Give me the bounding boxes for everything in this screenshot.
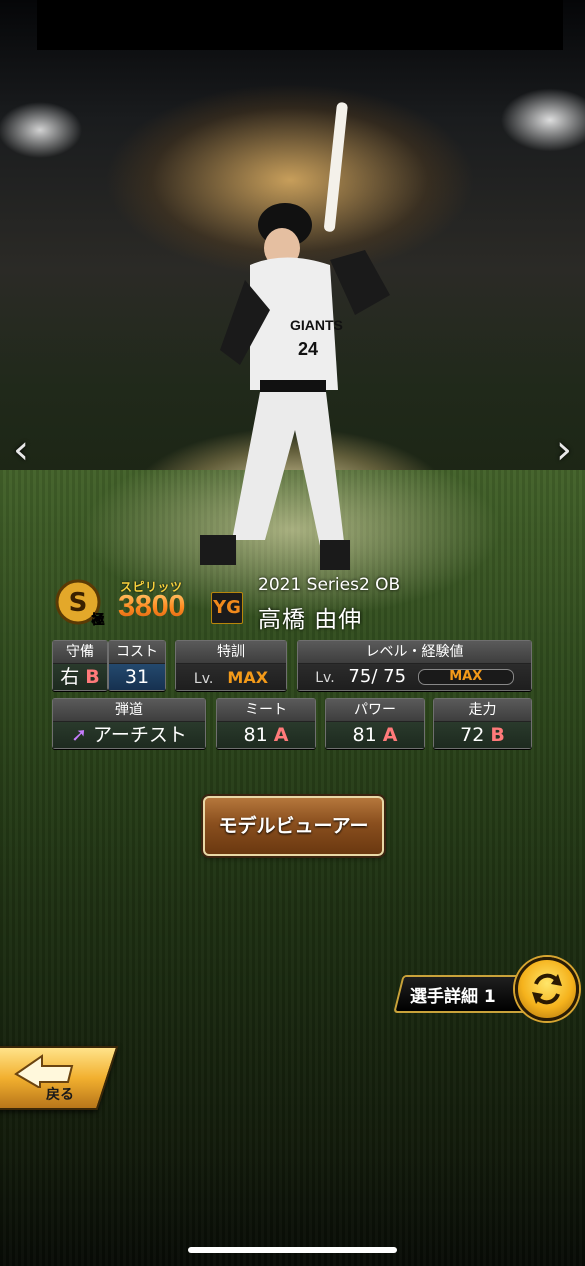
trajectory-panel: 弾道 ➚ アーチスト: [52, 698, 206, 749]
position-label: 守備: [53, 641, 107, 664]
power-panel: パワー 81 A: [325, 698, 425, 749]
level-separator: /: [371, 666, 378, 687]
level-max: 75: [383, 666, 407, 687]
player-detail-label[interactable]: 選手詳細 1: [410, 982, 496, 1007]
cost-label: コスト: [109, 641, 165, 664]
back-label[interactable]: 戻る: [46, 1084, 74, 1104]
rank-badge-icon: S 極: [55, 579, 105, 628]
status-bar: [37, 0, 563, 50]
level-panel: レベル・経験値 Lv. 75/ 75 MAX: [297, 640, 532, 691]
team-logo-icon: YG: [211, 592, 243, 624]
series-label: 2021 Series2 OB: [258, 575, 401, 595]
training-lv-prefix: Lv.: [193, 671, 214, 687]
training-value: MAX: [227, 668, 269, 687]
meet-grade: A: [273, 724, 289, 746]
exp-bar-label: MAX: [449, 669, 483, 684]
uniform-number: 24: [298, 339, 318, 359]
player-illustration: GIANTS 24: [200, 102, 390, 570]
next-player-arrow[interactable]: ›: [549, 428, 579, 472]
meet-value: 81: [243, 724, 268, 746]
trajectory-value-row: ➚ アーチスト: [53, 722, 205, 748]
trajectory-label: 弾道: [53, 699, 205, 722]
training-label: 特訓: [176, 641, 286, 664]
cost-value: 31: [109, 664, 165, 690]
speed-label: 走力: [434, 699, 531, 722]
meet-panel: ミート 81 A: [216, 698, 316, 749]
player-name: 高橋 由伸: [258, 607, 363, 633]
trajectory-value: アーチスト: [93, 724, 187, 746]
home-indicator[interactable]: [188, 1247, 397, 1253]
speed-value: 72: [460, 724, 485, 746]
model-viewer-button[interactable]: モデルビューアー: [203, 796, 384, 856]
position-value-row: 右 B: [53, 664, 107, 690]
uniform-text: GIANTS: [290, 317, 343, 333]
speed-value-row: 72 B: [434, 722, 531, 748]
speed-panel: 走力 72 B: [433, 698, 532, 749]
cost-panel: コスト 31: [108, 640, 166, 691]
meet-label: ミート: [217, 699, 315, 722]
training-value-row: Lv. MAX: [176, 664, 286, 690]
trajectory-arrow-icon: ➚: [71, 724, 87, 746]
power-label: パワー: [326, 699, 424, 722]
position-grade: B: [85, 666, 100, 688]
level-current: 75: [348, 666, 372, 687]
cycle-detail-icon[interactable]: [515, 957, 579, 1021]
spirits-value: 3800: [118, 588, 185, 623]
power-value-row: 81 A: [326, 722, 424, 748]
rank-sub: 極: [90, 612, 104, 628]
power-value: 81: [352, 724, 377, 746]
level-lv-prefix: Lv.: [315, 670, 335, 686]
meet-value-row: 81 A: [217, 722, 315, 748]
level-label: レベル・経験値: [298, 641, 531, 664]
position-panel: 守備 右 B: [52, 640, 108, 691]
power-grade: A: [382, 724, 398, 746]
speed-grade: B: [490, 724, 505, 746]
exp-bar: MAX: [417, 669, 514, 685]
rank-letter: S: [69, 588, 88, 618]
back-arrow-icon: [14, 1054, 74, 1088]
level-value-row: Lv. 75/ 75 MAX: [298, 664, 531, 690]
training-panel: 特訓 Lv. MAX: [175, 640, 287, 691]
prev-player-arrow[interactable]: ‹: [6, 428, 36, 472]
position-value: 右: [60, 666, 80, 688]
